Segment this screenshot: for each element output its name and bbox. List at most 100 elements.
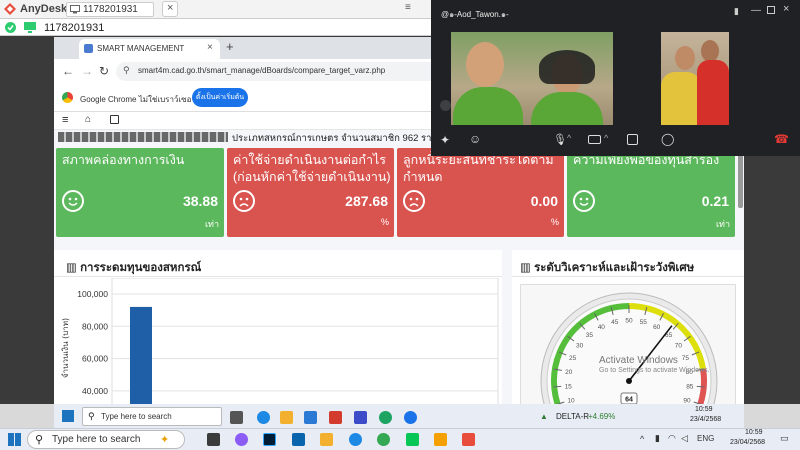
chrome-icon [62, 92, 73, 103]
url-text: smart4m.cad.go.th/smart_manage/dBoards/c… [138, 66, 386, 75]
chrome-icon[interactable] [379, 411, 392, 424]
local-search-box[interactable]: ⚲ Type here to search ✦ [27, 430, 185, 449]
participant-face [675, 46, 695, 70]
pin-icon[interactable]: ▮ [734, 6, 739, 17]
gauge-tick-label: 45 [611, 319, 619, 326]
share-screen-icon[interactable] [627, 134, 638, 145]
task-view-icon[interactable] [230, 411, 243, 424]
chevron-up-icon[interactable]: ^ [567, 133, 571, 143]
gauge-tick-label: 55 [640, 319, 648, 326]
search-placeholder: Type here to search [101, 412, 172, 421]
app-icon[interactable] [329, 411, 342, 424]
session-id: 1178201931 [83, 4, 138, 15]
file-explorer-icon[interactable] [320, 433, 333, 446]
edge-icon[interactable] [349, 433, 362, 446]
effects-icon[interactable]: ✦ [440, 133, 450, 147]
coop-info: ประเภทสหกรณ์การเกษตร จำนวนสมาชิก 962 ราย [232, 133, 438, 144]
app-icon[interactable] [354, 411, 367, 424]
camera-icon[interactable] [588, 135, 601, 144]
video-tile-1 [451, 32, 613, 125]
close-icon[interactable]: × [207, 42, 213, 53]
session-tab[interactable]: 1178201931 [66, 2, 154, 17]
wifi-icon[interactable]: ◠ [668, 433, 676, 444]
hang-up-icon[interactable]: ☎ [774, 132, 789, 146]
chrome-icon[interactable] [404, 411, 417, 424]
emoji-icon[interactable]: ☺ [469, 132, 481, 146]
remote-clock-date: 23/4/2568 [690, 416, 722, 423]
gauge-pivot [626, 378, 632, 384]
bar [130, 306, 152, 407]
stock-name[interactable]: DELTA-R [556, 412, 589, 421]
close-icon[interactable]: × [783, 3, 789, 15]
participant-hair [539, 50, 595, 84]
card-value: 287.68 [345, 193, 388, 209]
file-explorer-icon[interactable] [280, 411, 293, 424]
network-icon[interactable]: ▮ [655, 433, 660, 444]
card-title: สภาพคล่องทางการเงิน [62, 153, 185, 167]
forward-icon[interactable]: → [81, 64, 93, 78]
back-icon[interactable]: ← [62, 64, 74, 78]
set-default-button[interactable]: ตั้งเป็นค่าเริ่มต้น [192, 88, 248, 107]
coop-name-redacted [58, 132, 228, 142]
volume-icon[interactable]: ◁ [681, 433, 688, 444]
card-value: 0.21 [701, 193, 729, 209]
chrome-icon[interactable] [377, 433, 390, 446]
card-debtors: ลูกหนี้ระยะสั้นที่ชำระได้ตามกำหนด 0.00 % [397, 148, 564, 237]
gauge-tick-label: 30 [576, 343, 584, 350]
gauge-tick-label: 40 [598, 324, 606, 331]
copilot-icon[interactable] [235, 433, 248, 446]
windows-start-icon[interactable] [62, 410, 74, 422]
edge-icon[interactable] [257, 411, 270, 424]
anydesk-icon[interactable] [462, 433, 475, 446]
remote-clock-time: 10:59 [695, 406, 713, 413]
chat-icon[interactable]: ◯ [661, 132, 674, 146]
scrollbar[interactable] [738, 148, 743, 208]
monitor-icon [70, 5, 80, 14]
video-tile-2 [661, 32, 729, 125]
card-value: 38.88 [182, 193, 218, 209]
risk-gauge: 0510152025303540455055606570758085909510… [540, 292, 718, 408]
maximize-icon[interactable] [767, 6, 775, 14]
language-indicator[interactable]: ENG [697, 434, 714, 443]
menu-icon[interactable]: ≡ [405, 2, 411, 13]
anydesk-logo-icon [4, 3, 16, 15]
gauge-tick [696, 385, 705, 388]
address-id[interactable]: 1178201931 [44, 22, 104, 34]
desktop-icon [24, 22, 36, 33]
microphone-icon[interactable]: 🎙 [553, 133, 567, 146]
chevron-up-icon[interactable]: ^ [604, 133, 608, 143]
home-icon[interactable]: ⌂ [85, 114, 91, 125]
reload-icon[interactable]: ↻ [99, 64, 109, 78]
new-tab-icon[interactable]: + [226, 39, 234, 54]
photoshop-icon[interactable] [263, 433, 276, 446]
smile-icon [573, 190, 595, 212]
search-placeholder: Type here to search [52, 434, 141, 445]
close-tab-button[interactable]: × [162, 1, 178, 17]
card-unit: % [550, 217, 559, 227]
mail-icon[interactable] [304, 411, 317, 424]
notification-icon[interactable]: ▭ [780, 433, 789, 444]
outlook-icon[interactable] [292, 433, 305, 446]
search-icon: ⚲ [88, 411, 95, 421]
card-liquidity: สภาพคล่องทางการเงิน 38.88 เท่า [56, 148, 224, 237]
risk-panel: ▥ ระดับวิเคราะห์และเฝ้าระวังพิเศษ 051015… [512, 250, 744, 408]
gauge-tick-label: 35 [586, 332, 594, 339]
gauge-tick-label: 50 [625, 318, 633, 325]
tab-title: SMART MANAGEMENT [97, 44, 185, 53]
gauge-tick-label: 75 [682, 355, 690, 362]
funding-bar-chart: 100,000 80,000 60,000 40,000 จำนวนเงิน (บาท) [61, 278, 499, 407]
panel-title: ▥ การระดมทุนของสหกรณ์ [66, 262, 202, 274]
remote-search-box[interactable]: ⚲ Type here to search [82, 407, 222, 426]
windows-start-icon[interactable] [8, 433, 21, 446]
y-axis-label: จำนวนเงิน (บาท) [61, 318, 70, 378]
task-view-icon[interactable] [207, 433, 220, 446]
line-icon[interactable] [406, 433, 419, 446]
hamburger-icon[interactable]: ≡ [62, 114, 68, 126]
chevron-up-icon[interactable]: ^ [640, 434, 644, 444]
site-info-icon[interactable]: ⚲ [123, 65, 130, 76]
minimize-icon[interactable]: — [751, 5, 761, 16]
browser-tab[interactable]: SMART MANAGEMENT × [79, 39, 220, 59]
window-icon[interactable] [110, 115, 119, 124]
folder-icon[interactable] [434, 433, 447, 446]
panel-title: ▥ ระดับวิเคราะห์และเฝ้าระวังพิเศษ [520, 262, 695, 274]
